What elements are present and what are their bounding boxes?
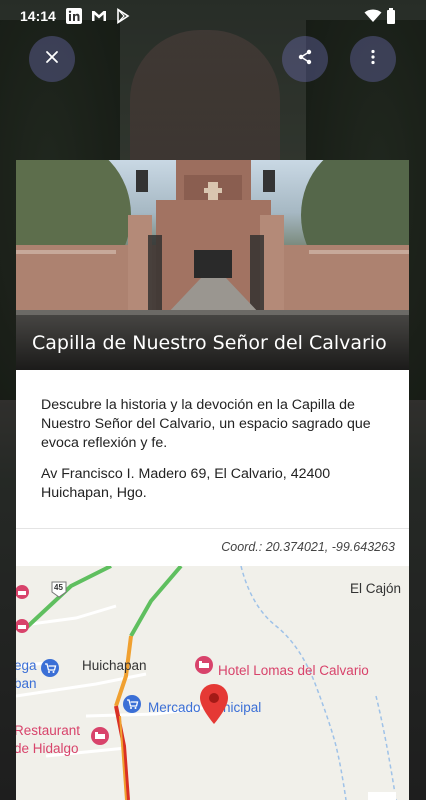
close-button[interactable] (29, 36, 75, 82)
map-roads (16, 566, 397, 800)
map-label-huichapan: Huichapan (82, 658, 147, 673)
hotel-icon[interactable] (16, 584, 30, 605)
place-address: Av Francisco I. Madero 69, El Calvario, … (41, 466, 331, 501)
share-icon (297, 49, 313, 70)
hotel-icon[interactable] (16, 618, 30, 639)
shopping-cart-icon[interactable] (40, 658, 60, 683)
wifi-icon (364, 8, 382, 24)
route-shield-label: 45 (54, 583, 63, 592)
place-description: Descubre la historia y la devoción en la… (41, 397, 371, 451)
shopping-cart-icon[interactable] (122, 694, 142, 719)
place-photo: Capilla de Nuestro Señor del Calvario (16, 160, 409, 370)
map-view[interactable]: 45 El Cajón Huichapan Hotel Lomas del Ca… (16, 566, 409, 800)
hotel-icon[interactable] (194, 655, 214, 680)
more-options-button[interactable] (350, 36, 396, 82)
map-poi-hotel[interactable]: Hotel Lomas del Calvario (218, 663, 369, 678)
status-bar: 14:14 (0, 0, 426, 32)
more-vert-icon (370, 49, 376, 70)
gmail-icon (91, 8, 107, 24)
divider (16, 528, 409, 529)
place-title: Capilla de Nuestro Señor del Calvario (32, 332, 387, 354)
play-store-icon (115, 8, 131, 24)
map-poi-bodega-line1[interactable]: ega (16, 658, 37, 673)
place-detail-dialog: Capilla de Nuestro Señor del Calvario De… (16, 160, 409, 800)
map-poi-bodega-line2[interactable]: ban (16, 676, 37, 691)
location-pin-icon[interactable] (200, 684, 228, 729)
share-button[interactable] (282, 36, 328, 82)
map-poi-restaurant-line1[interactable]: Restaurant (16, 723, 80, 738)
map-label-el-cajon: El Cajón (350, 581, 402, 596)
map-poi-restaurant-line2[interactable]: de Hidalgo (16, 741, 79, 756)
close-icon (45, 50, 59, 69)
place-coordinates: Coord.: 20.374021, -99.643263 (221, 540, 395, 554)
battery-icon (386, 8, 396, 24)
linkedin-icon (66, 8, 82, 24)
status-time: 14:14 (20, 8, 56, 24)
bed-icon[interactable] (90, 726, 110, 751)
